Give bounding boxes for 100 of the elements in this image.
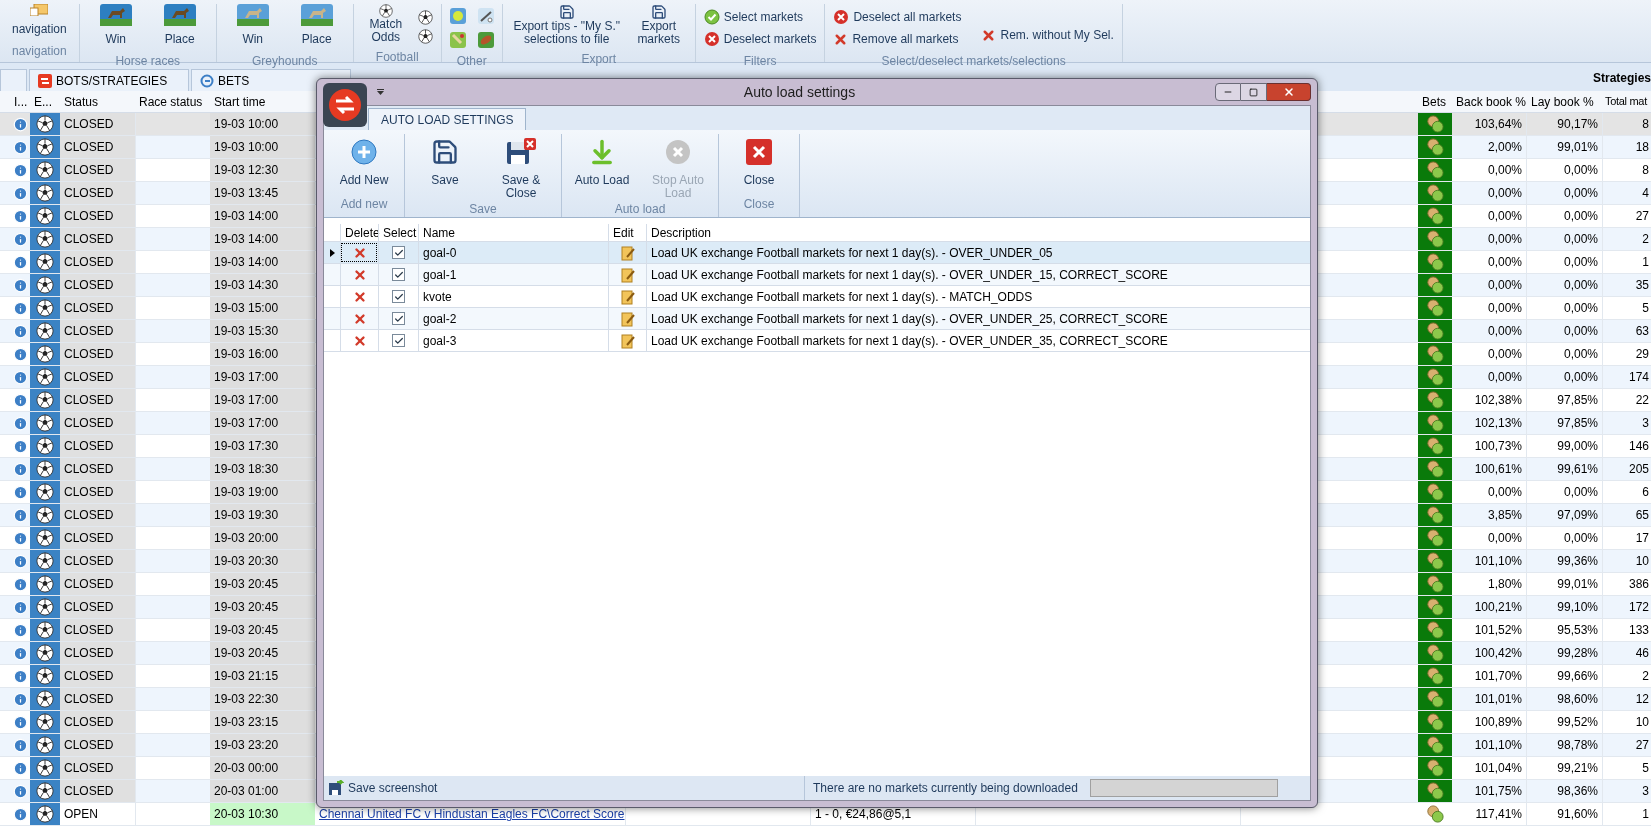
bets-cell[interactable] xyxy=(1418,297,1452,319)
ribbon-button[interactable]: Match Odds xyxy=(361,4,410,44)
column-header[interactable]: Race status xyxy=(139,92,203,111)
column-header[interactable]: Back book % xyxy=(1456,92,1527,111)
ribbon-button[interactable]: Place xyxy=(288,4,345,48)
screenshot-button[interactable]: Save screenshot xyxy=(324,779,804,797)
bets-cell[interactable] xyxy=(1418,481,1452,503)
ribbon-button[interactable]: Select markets xyxy=(703,8,817,26)
checkbox[interactable] xyxy=(392,268,405,281)
grid-row[interactable]: goal-3 Load UK exchange Football markets for next 1 day(s). - OVER_UNDER_35, CORRECT_SCORE xyxy=(324,330,1310,352)
bets-cell[interactable] xyxy=(1418,527,1452,549)
column-header[interactable]: E... xyxy=(34,92,52,111)
bets-cell[interactable] xyxy=(1418,734,1452,756)
bets-cell[interactable] xyxy=(1418,596,1452,618)
market-link[interactable]: Chennai United FC v Hindustan Eagles FC\Correct Score xyxy=(319,805,625,823)
ribbon-button[interactable]: Save xyxy=(409,134,481,187)
grid-row[interactable]: kvote Load UK exchange Football markets for next 1 day(s). - MATCH_ODDS xyxy=(324,286,1310,308)
info-icon[interactable] xyxy=(12,392,28,408)
column-header[interactable]: Status xyxy=(64,92,99,111)
bets-cell[interactable] xyxy=(1418,642,1452,664)
bets-cell[interactable] xyxy=(1418,389,1452,411)
info-icon[interactable] xyxy=(12,346,28,362)
maximize-button[interactable] xyxy=(1241,83,1267,101)
ribbon-button[interactable]: Export tips - "My S." selections to file xyxy=(510,4,623,46)
info-icon[interactable] xyxy=(12,185,28,201)
column-header[interactable]: Description xyxy=(651,224,712,242)
ribbon-button[interactable]: Auto Load xyxy=(566,134,638,187)
bets-cell[interactable] xyxy=(1418,182,1452,204)
bets-cell[interactable] xyxy=(1418,757,1452,779)
bets-cell[interactable] xyxy=(1418,228,1452,250)
tab[interactable]: BOTS/STRATEGIES xyxy=(29,69,189,91)
info-icon[interactable] xyxy=(12,323,28,339)
info-icon[interactable] xyxy=(12,714,28,730)
info-icon[interactable] xyxy=(12,208,28,224)
bets-cell[interactable] xyxy=(1418,136,1452,158)
bets-cell[interactable] xyxy=(1418,251,1452,273)
bets-cell[interactable] xyxy=(1418,159,1452,181)
ribbon-button[interactable]: Remove all markets xyxy=(833,30,962,48)
bets-cell[interactable] xyxy=(1418,665,1452,687)
bets-cell[interactable] xyxy=(1418,619,1452,641)
grid-row[interactable]: goal-2 Load UK exchange Football markets for next 1 day(s). - OVER_UNDER_25, CORRECT_SCORE xyxy=(324,308,1310,330)
info-icon[interactable] xyxy=(12,254,28,270)
column-header[interactable]: Edit xyxy=(613,224,634,242)
edit-icon[interactable] xyxy=(619,288,636,305)
bets-cell[interactable] xyxy=(1418,435,1452,457)
info-icon[interactable] xyxy=(12,231,28,247)
ribbon-button[interactable]: Deselect markets xyxy=(703,30,817,48)
info-icon[interactable] xyxy=(12,668,28,684)
column-header[interactable]: Name xyxy=(423,224,455,242)
checkbox[interactable] xyxy=(392,334,405,347)
bets-cell[interactable] xyxy=(1418,688,1452,710)
info-icon[interactable] xyxy=(12,737,28,753)
column-header[interactable]: I... xyxy=(14,92,28,111)
info-icon[interactable] xyxy=(12,162,28,178)
bets-cell[interactable] xyxy=(1418,113,1452,135)
column-header[interactable]: Bets xyxy=(1422,92,1446,111)
info-icon[interactable] xyxy=(12,461,28,477)
grid-row[interactable]: goal-0 Load UK exchange Football markets for next 1 day(s). - OVER_UNDER_05 xyxy=(324,242,1310,264)
info-icon[interactable] xyxy=(12,530,28,546)
minimize-button[interactable] xyxy=(1215,83,1241,101)
info-icon[interactable] xyxy=(12,277,28,293)
bets-cell[interactable] xyxy=(1418,343,1452,365)
column-header[interactable]: Select xyxy=(383,224,417,242)
bets-cell[interactable] xyxy=(1418,573,1452,595)
edit-icon[interactable] xyxy=(619,332,636,349)
ribbon-button[interactable]: Win xyxy=(224,4,281,48)
ribbon-button[interactable]: Win xyxy=(87,4,144,48)
column-header[interactable]: Delete xyxy=(345,224,380,242)
checkbox[interactable] xyxy=(392,246,405,259)
bets-cell[interactable] xyxy=(1418,504,1452,526)
edit-icon[interactable] xyxy=(619,266,636,283)
bets-cell[interactable] xyxy=(1418,550,1452,572)
bets-cell[interactable] xyxy=(1418,412,1452,434)
info-icon[interactable] xyxy=(12,300,28,316)
ribbon-button[interactable]: Place xyxy=(151,4,208,48)
ribbon-button[interactable]: Deselect all markets xyxy=(833,8,962,26)
info-icon[interactable] xyxy=(12,622,28,638)
bets-cell[interactable] xyxy=(1418,320,1452,342)
info-icon[interactable] xyxy=(12,116,28,132)
info-icon[interactable] xyxy=(12,507,28,523)
close-button[interactable] xyxy=(1267,83,1311,101)
edit-icon[interactable] xyxy=(619,310,636,327)
ribbon-button[interactable]: Close xyxy=(723,134,795,187)
info-icon[interactable] xyxy=(12,576,28,592)
info-icon[interactable] xyxy=(12,438,28,454)
ribbon-tab[interactable]: AUTO LOAD SETTINGS xyxy=(368,108,527,130)
ribbon-button[interactable]: Add New xyxy=(328,134,400,187)
info-icon[interactable] xyxy=(12,415,28,431)
bets-cell[interactable] xyxy=(1418,458,1452,480)
info-icon[interactable] xyxy=(12,645,28,661)
column-header[interactable]: Total mat xyxy=(1605,93,1647,110)
edit-icon[interactable] xyxy=(619,244,636,261)
info-icon[interactable] xyxy=(12,484,28,500)
info-icon[interactable] xyxy=(12,553,28,569)
info-icon[interactable] xyxy=(12,783,28,799)
info-icon[interactable] xyxy=(12,599,28,615)
info-icon[interactable] xyxy=(12,760,28,776)
bets-cell[interactable] xyxy=(1418,205,1452,227)
info-icon[interactable] xyxy=(12,806,28,822)
bets-cell[interactable] xyxy=(1418,274,1452,296)
